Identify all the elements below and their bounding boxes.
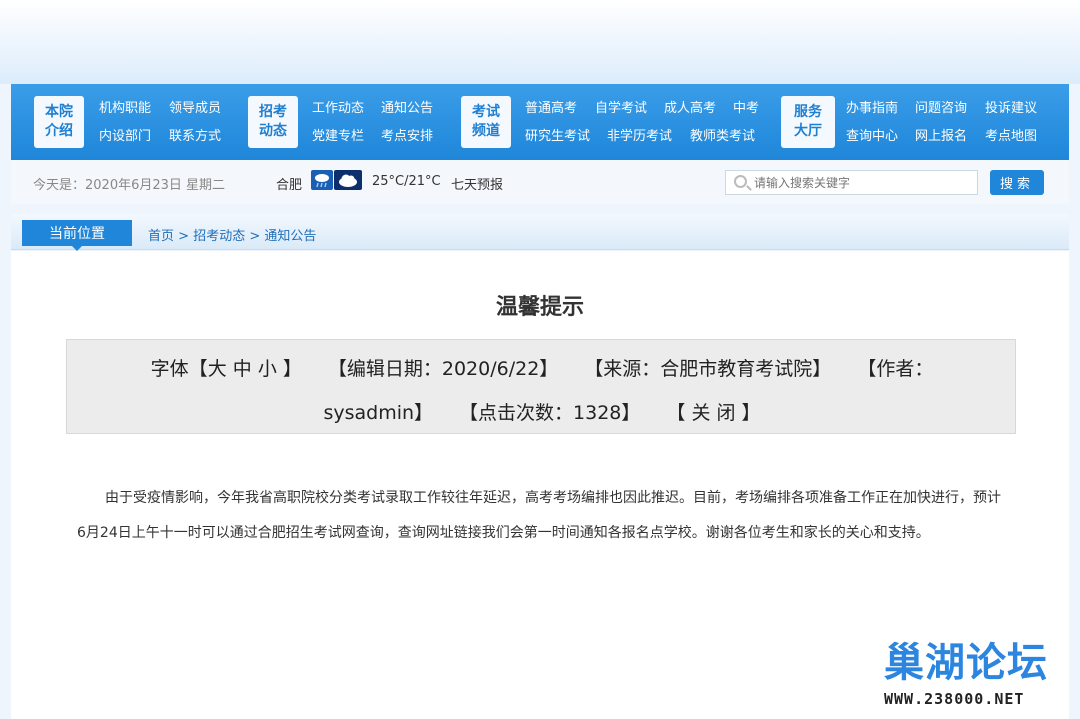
breadcrumb: 当前位置 首页 > 招考动态 > 通知公告: [11, 214, 1069, 251]
nav-tile-line: 介绍: [45, 123, 73, 139]
nav-tile-exam-channel[interactable]: 考试 频道: [461, 96, 511, 148]
nav-tile-line: 大厅: [794, 123, 822, 139]
nav-group-exam-channel: 考试 频道 普通高考 自学考试 成人高考 中考 研究生考试 非学历考试 教师类考…: [461, 96, 771, 148]
font-size-close: 】: [276, 358, 302, 380]
nav-link-graduate[interactable]: 研究生考试: [525, 129, 590, 145]
nav-link-guide[interactable]: 办事指南: [846, 101, 898, 117]
nav-tile-exam-news[interactable]: 招考 动态: [248, 96, 298, 148]
nav-tile-line: 服务: [794, 104, 822, 120]
search-icon: [734, 175, 747, 188]
nav-tile-service[interactable]: 服务 大厅: [781, 96, 835, 148]
search-input[interactable]: [754, 174, 972, 192]
nav-link-zhongkao[interactable]: 中考: [733, 101, 759, 117]
nav-link-signup[interactable]: 网上报名: [915, 129, 967, 145]
watermark-url: WWW.238000.NET: [884, 690, 1025, 708]
nav-tile-about[interactable]: 本院 介绍: [34, 96, 84, 148]
today-date: 今天是：2020年6月23日 星期二: [33, 178, 226, 193]
nav-link-adult-exam[interactable]: 成人高考: [664, 101, 716, 117]
nav-link-self-study[interactable]: 自学考试: [595, 101, 647, 117]
article-title: 温馨提示: [495, 295, 584, 320]
font-size-label: 字体【: [150, 358, 208, 380]
hit-count: 【点击次数：1328】: [459, 402, 641, 424]
breadcrumb-separator: >: [249, 229, 261, 244]
main-nav: 本院 介绍 机构职能 领导成员 内设部门 联系方式 招考 动态 工作动态 通知公…: [11, 84, 1069, 160]
nav-tile-line: 频道: [472, 123, 500, 139]
nav-tile-line: 考试: [472, 104, 500, 120]
author-label: 【作者：: [857, 358, 934, 380]
nav-link-venues[interactable]: 考点安排: [381, 129, 433, 145]
article-source: 【来源：合肥市教育考试院】: [584, 358, 832, 380]
watermark-logo: 巢湖论坛: [884, 640, 1048, 686]
nav-group-exam-news: 招考 动态 工作动态 通知公告 党建专栏 考点安排: [248, 96, 448, 148]
nav-link-leaders[interactable]: 领导成员: [169, 101, 221, 117]
nav-link-complaint[interactable]: 投诉建议: [985, 101, 1037, 117]
nav-tile-line: 动态: [259, 123, 287, 139]
breadcrumb-separator: >: [178, 229, 190, 244]
nav-link-map[interactable]: 考点地图: [985, 129, 1037, 145]
nav-tile-line: 本院: [45, 104, 73, 120]
author-name: sysadmin】: [323, 402, 434, 424]
weather-city: 合肥: [276, 178, 303, 193]
top-banner: [0, 0, 1080, 84]
font-size-medium[interactable]: 中: [233, 358, 252, 380]
breadcrumb-path: 首页 > 招考动态 > 通知公告: [148, 225, 316, 244]
nav-tile-line: 招考: [259, 104, 287, 120]
nav-link-non-degree[interactable]: 非学历考试: [607, 129, 672, 145]
font-size-small[interactable]: 小: [258, 358, 277, 380]
nav-link-departments[interactable]: 内设部门: [99, 129, 151, 145]
nav-link-notices[interactable]: 通知公告: [381, 101, 433, 117]
nav-link-teacher[interactable]: 教师类考试: [690, 129, 755, 145]
nav-link-consult[interactable]: 问题咨询: [915, 101, 967, 117]
nav-link-functions[interactable]: 机构职能: [99, 101, 151, 117]
nav-link-party[interactable]: 党建专栏: [312, 129, 364, 145]
forecast-link[interactable]: 七天预报: [451, 174, 503, 193]
breadcrumb-exam-news[interactable]: 招考动态: [193, 229, 245, 244]
breadcrumb-notices[interactable]: 通知公告: [264, 229, 316, 244]
nav-group-about: 本院 介绍 机构职能 领导成员 内设部门 联系方式: [34, 96, 234, 148]
article-meta: 字体【大 中 小 】【编辑日期：2020/6/22】 【来源：合肥市教育考试院】【…: [66, 339, 1016, 434]
font-size-large[interactable]: 大: [208, 358, 227, 380]
meta-line: 字体【大 中 小 】 【编辑日期：2020/6/22】 【来源：合肥市教育考试院】 【…: [67, 354, 1017, 381]
edit-date: 【编辑日期：2020/6/22】: [327, 358, 559, 380]
temperature: 25°C/21°C: [372, 174, 441, 189]
close-button[interactable]: 【 关 闭 】: [666, 402, 760, 424]
rain-icon: [311, 170, 333, 190]
cloudy-icon: [334, 170, 362, 190]
info-bar: 今天是：2020年6月23日 星期二 合肥 25°C/21°C 七天预报 搜索: [11, 160, 1069, 204]
search-button[interactable]: 搜索: [990, 170, 1044, 195]
nav-link-work-news[interactable]: 工作动态: [312, 101, 364, 117]
nav-link-gaokao[interactable]: 普通高考: [525, 101, 577, 117]
nav-link-contact[interactable]: 联系方式: [169, 129, 221, 145]
nav-group-service: 服务 大厅 办事指南 问题咨询 投诉建议 查询中心 网上报名 考点地图: [781, 96, 1051, 148]
meta-line: sysadmin】 【点击次数：1328】 【 关 闭 】: [67, 398, 1017, 425]
article-body: 由于受疫情影响，今年我省高职院校分类考试录取工作较往年延迟，高考考场编排也因此推…: [77, 490, 1001, 541]
nav-link-query[interactable]: 查询中心: [846, 129, 898, 145]
breadcrumb-label: 当前位置: [22, 220, 132, 251]
search-box: [725, 170, 978, 195]
breadcrumb-home[interactable]: 首页: [148, 229, 174, 244]
